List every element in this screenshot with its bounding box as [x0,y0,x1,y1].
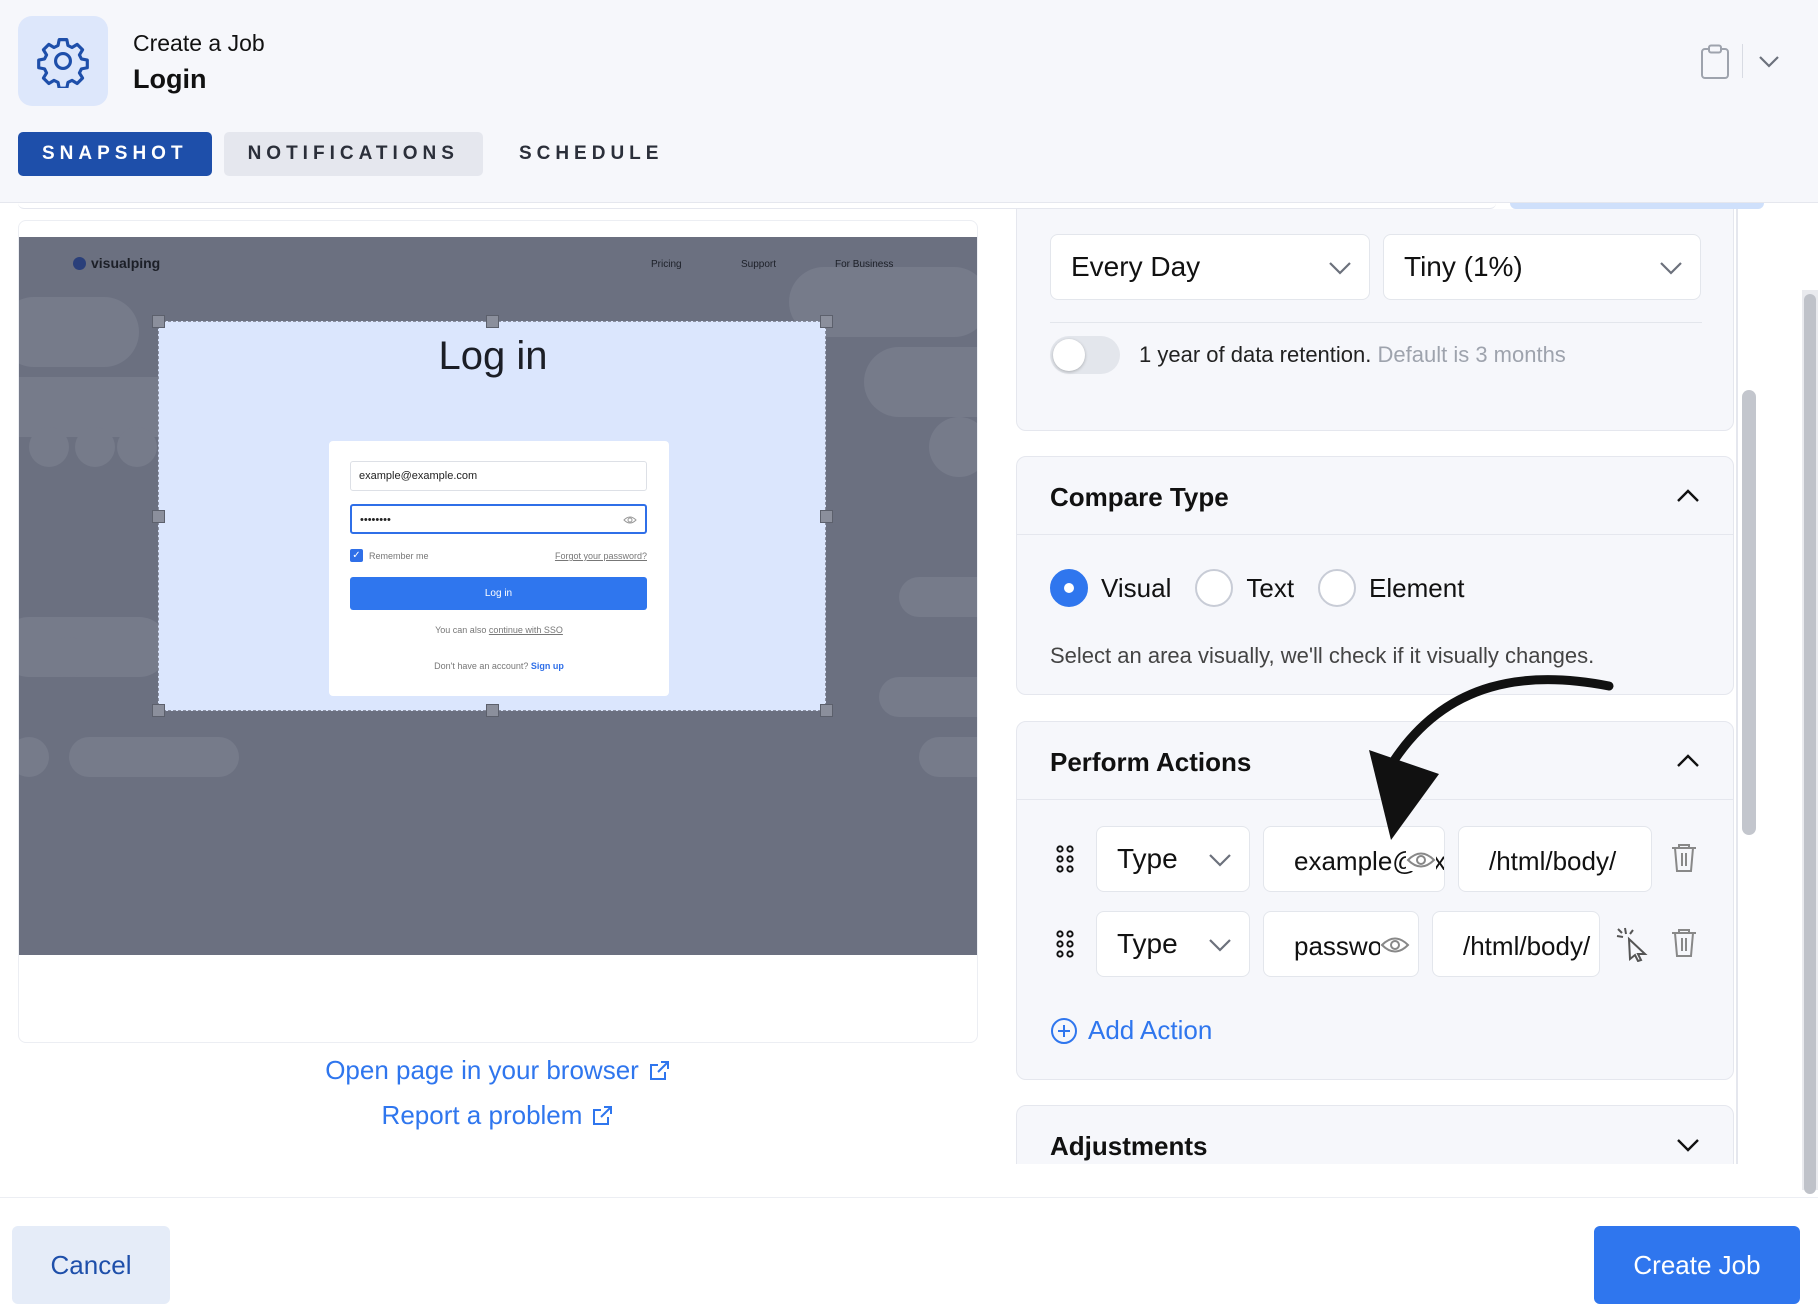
gear-icon [18,16,108,106]
chevron-down-icon[interactable] [1675,1136,1701,1154]
tab-notifications[interactable]: NOTIFICATIONS [223,132,483,176]
remember-label: Remember me [369,551,429,561]
radio-text[interactable] [1195,569,1234,607]
create-job-button[interactable]: Create Job [1594,1226,1800,1304]
job-header: Create a Job Login SNAPSHOT NOTIFICATION… [0,0,1818,203]
remember-checkbox: ✓ [350,549,363,562]
perform-actions-title: Perform Actions [1050,747,1252,777]
sso-line: You can also continue with SSO [435,625,563,635]
drag-handle-icon[interactable] [1055,844,1075,874]
chevron-down-icon[interactable] [1756,50,1782,72]
email-field: example@example.com [350,461,647,491]
settings-scrollbar[interactable] [1742,390,1756,835]
action-xpath-input[interactable]: /html/body/ [1432,911,1600,977]
selection-area[interactable]: Log in example@example.com •••••••• ✓ Re… [152,315,833,717]
frequency-panel: Every Day Tiny (1%) 1 year of data reten… [1016,209,1734,431]
external-link-icon [593,1105,613,1125]
action-type-select[interactable]: Type [1096,826,1250,892]
page-scrollbar[interactable] [1804,294,1816,1194]
compare-type-header[interactable]: Compare Type [1017,457,1733,535]
resize-handle[interactable] [486,704,499,717]
report-problem-link[interactable]: Report a problem [382,1100,615,1131]
site-nav-business: For Business [835,259,894,270]
footer: Cancel Create Job [0,1197,1818,1308]
eye-icon[interactable] [1380,934,1410,956]
resize-handle[interactable] [820,704,833,717]
annotation-arrow [1369,675,1614,840]
header-subtitle: Create a Job [133,30,265,56]
chevron-up-icon[interactable] [1675,752,1701,770]
radio-visual[interactable] [1050,569,1088,607]
resize-handle[interactable] [820,510,833,523]
adjustments-panel: Adjustments [1016,1105,1734,1164]
compare-type-panel: Compare Type Visual Text Element Select … [1016,456,1734,695]
threshold-select[interactable]: Tiny (1%) [1383,234,1701,300]
chevron-up-icon[interactable] [1675,487,1701,505]
chevron-down-icon [1329,262,1351,275]
radio-text-label: Text [1246,572,1295,603]
plus-circle-icon [1051,1017,1077,1044]
login-form: example@example.com •••••••• ✓ Remember … [329,441,669,696]
adjustments-title: Adjustments [1050,1131,1208,1161]
radio-visual-label: Visual [1101,572,1172,603]
tab-bar: SNAPSHOT NOTIFICATIONS SCHEDULE [18,132,687,176]
adjustments-header[interactable]: Adjustments [1017,1106,1733,1164]
action-type-select[interactable]: Type [1096,911,1250,977]
resize-handle[interactable] [152,704,165,717]
site-nav-support: Support [741,259,777,270]
chevron-down-icon [1209,939,1231,952]
perform-actions-panel: Perform Actions Type example@example.com… [1016,675,1734,1080]
cancel-button[interactable]: Cancel [12,1226,170,1304]
eye-icon [623,516,637,524]
trash-icon[interactable] [1669,842,1699,874]
page-title: Login [133,64,207,94]
header-divider [1742,44,1743,78]
action-value-input[interactable]: password [1263,911,1419,977]
open-page-link[interactable]: Open page in your browser [325,1055,671,1086]
external-link-icon [649,1060,669,1080]
resize-handle[interactable] [820,315,833,328]
retention-toggle[interactable] [1050,336,1120,374]
compare-type-options: Visual Text Element [1050,569,1488,607]
compare-type-title: Compare Type [1050,482,1229,512]
resize-handle[interactable] [152,510,165,523]
chevron-down-icon [1209,854,1231,867]
interval-select[interactable]: Every Day [1050,234,1370,300]
tab-snapshot[interactable]: SNAPSHOT [18,132,212,176]
signup-line: Don't have an account? Sign up [434,661,564,671]
drag-handle-icon[interactable] [1055,929,1075,959]
trash-icon[interactable] [1669,927,1699,959]
add-action-button[interactable]: Add Action [1050,1015,1212,1046]
snapshot-preview: visualping Pricing Support For Business … [18,220,978,1043]
page-screenshot[interactable]: visualping Pricing Support For Business … [19,237,977,955]
resize-handle[interactable] [152,315,165,328]
password-field: •••••••• [350,504,647,534]
divider [1050,322,1702,323]
radio-element-label: Element [1369,572,1465,603]
compare-type-hint: Select an area visually, we'll check if … [1050,643,1595,668]
resize-handle[interactable] [486,315,499,328]
forgot-link: Forgot your password? [554,551,647,561]
login-button: Log in [350,577,647,610]
site-nav-pricing: Pricing [651,259,682,270]
clipboard-icon[interactable] [1700,44,1730,80]
preview-links: Open page in your browser Report a probl… [18,1055,978,1131]
radio-element[interactable] [1318,569,1357,607]
chevron-down-icon [1660,262,1682,275]
tab-schedule[interactable]: SCHEDULE [495,132,688,176]
retention-text: 1 year of data retention. Default is 3 m… [1139,342,1566,367]
site-logo: visualping [73,255,160,271]
settings-panel: Every Day Tiny (1%) 1 year of data reten… [1016,209,1766,1164]
element-picker-icon[interactable] [1615,926,1651,962]
login-heading: Log in [438,334,548,378]
eye-icon[interactable] [1406,849,1436,871]
